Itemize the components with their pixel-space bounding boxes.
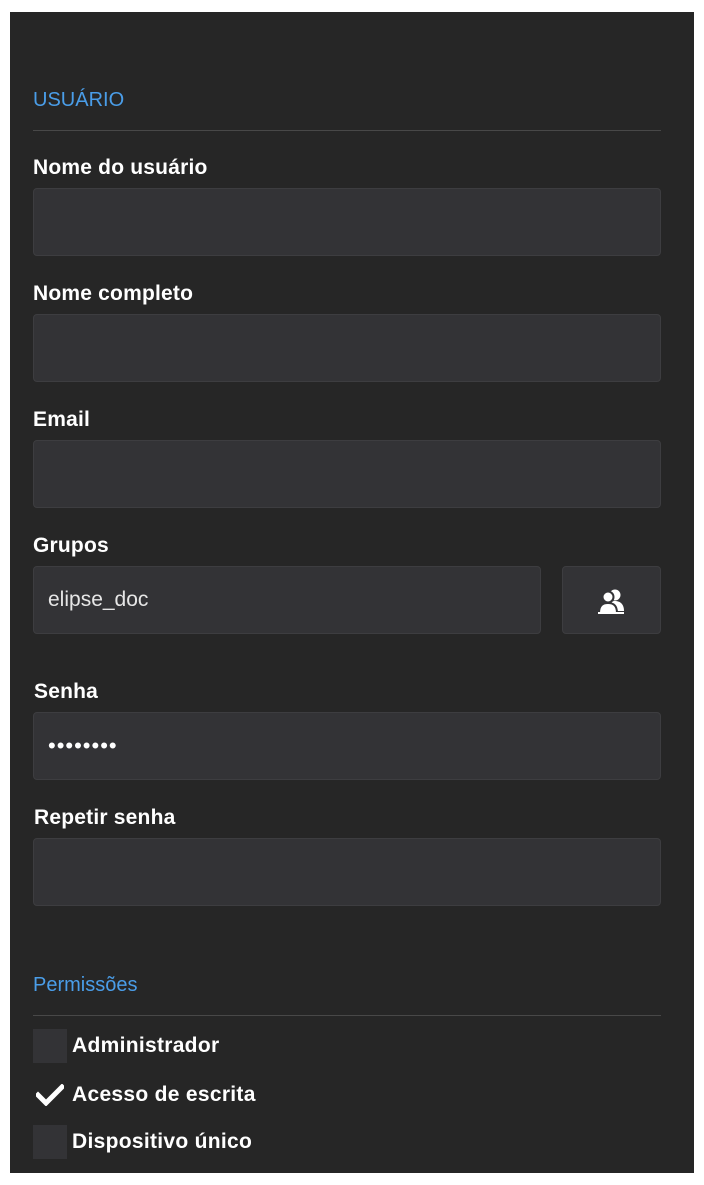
administrator-label: Administrador [72, 1034, 220, 1057]
username-label: Nome do usuário [33, 156, 208, 179]
user-section-title: USUÁRIO [33, 89, 125, 111]
full-name-label: Nome completo [33, 282, 194, 305]
user-form-panel: USUÁRIO Nome do usuário Nome completo Em… [10, 12, 694, 1173]
username-input[interactable] [33, 188, 661, 256]
single-device-label: Dispositivo único [72, 1130, 253, 1153]
repeat-password-label: Repetir senha [34, 806, 176, 829]
write-access-label: Acesso de escrita [72, 1083, 256, 1106]
permissions-section-title: Permissões [33, 974, 138, 996]
select-groups-button[interactable] [562, 566, 661, 634]
user-group-icon [597, 589, 624, 614]
permissions-divider [33, 1015, 661, 1016]
groups-label: Grupos [33, 534, 109, 557]
administrator-checkbox[interactable] [33, 1029, 67, 1063]
email-input[interactable] [33, 440, 661, 508]
repeat-password-input[interactable] [33, 838, 661, 906]
password-input[interactable]: •••••••• [33, 712, 661, 780]
single-device-checkbox[interactable] [33, 1125, 67, 1159]
email-label: Email [33, 408, 91, 431]
write-access-checkbox[interactable] [33, 1078, 67, 1112]
full-name-input[interactable] [33, 314, 661, 382]
checkmark-icon [36, 1084, 64, 1106]
groups-input[interactable]: elipse_doc [33, 566, 541, 634]
password-label: Senha [34, 680, 99, 703]
user-section-divider [33, 130, 661, 131]
